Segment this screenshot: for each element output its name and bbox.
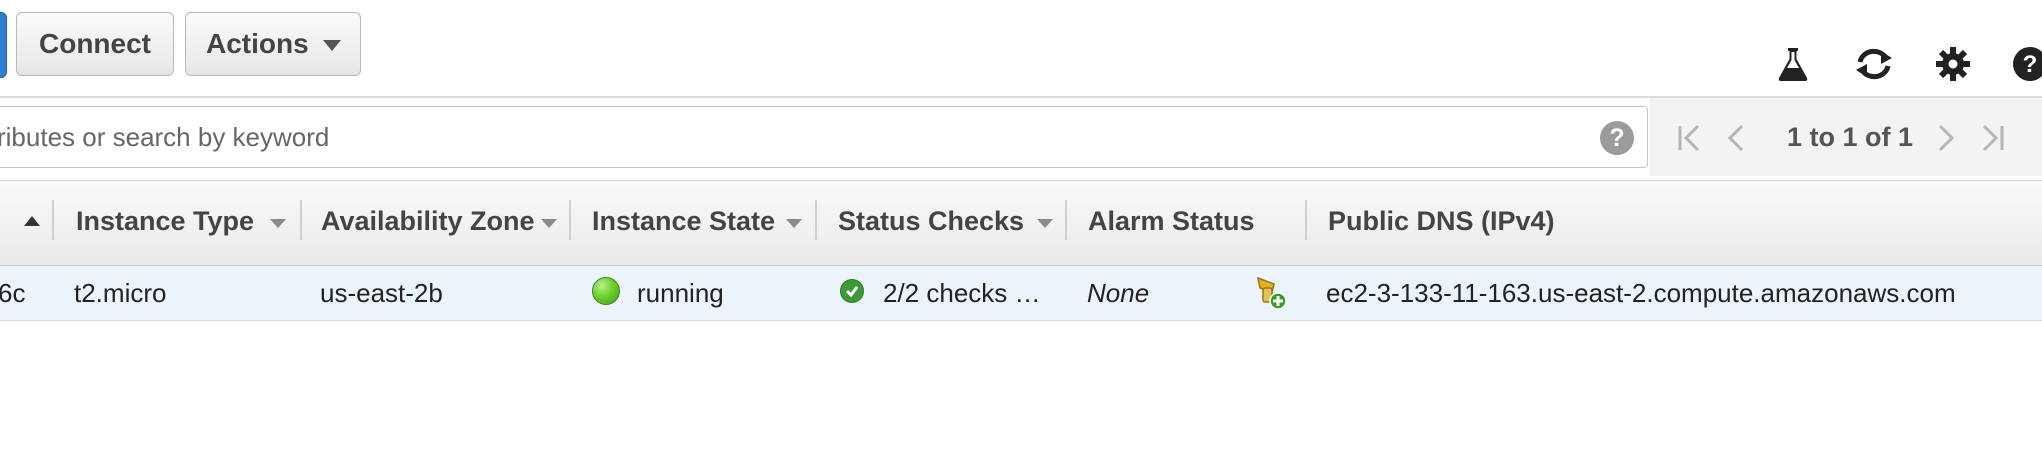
chevron-down-icon [322, 39, 341, 51]
launch-instance-button-edge[interactable] [0, 12, 7, 78]
next-page-icon[interactable] [1928, 120, 1964, 156]
cell-instance-id: 6c [0, 278, 26, 308]
check-ok-icon [840, 279, 864, 303]
actions-button[interactable]: Actions [185, 12, 361, 76]
sort-dropdown-icon[interactable] [786, 219, 802, 228]
column-header-availability-zone[interactable]: Availability Zone [321, 206, 535, 237]
column-header-public-dns[interactable]: Public DNS (IPv4) [1328, 206, 1555, 237]
previous-page-icon[interactable] [1718, 120, 1754, 156]
svg-text:?: ? [2023, 51, 2038, 78]
search-placeholder: ributes or search by keyword [0, 121, 330, 152]
gear-icon[interactable] [1933, 44, 1973, 84]
cell-status-checks[interactable]: 2/2 checks … [883, 278, 1041, 309]
column-separator[interactable] [52, 200, 54, 240]
sort-dropdown-icon[interactable] [270, 219, 286, 228]
search-help-icon[interactable]: ? [1600, 121, 1634, 155]
search-help-label: ? [1609, 123, 1625, 152]
create-alarm-icon[interactable] [1252, 274, 1288, 310]
cell-public-dns: ec2-3-133-11-163.us-east-2.compute.amazo… [1326, 278, 1956, 308]
column-header-status-checks[interactable]: Status Checks [838, 206, 1024, 237]
first-page-icon[interactable] [1672, 120, 1708, 156]
actions-button-label: Actions [206, 28, 309, 59]
column-separator[interactable] [1305, 200, 1307, 240]
column-header-alarm-status[interactable]: Alarm Status [1088, 206, 1255, 237]
connect-button[interactable]: Connect [16, 12, 174, 76]
sort-dropdown-icon[interactable] [1037, 219, 1053, 228]
column-header-instance-state[interactable]: Instance State [592, 206, 775, 237]
connect-button-label: Connect [39, 28, 151, 59]
column-separator[interactable] [569, 200, 571, 240]
column-separator[interactable] [300, 200, 302, 240]
cell-instance-type: t2.micro [74, 278, 167, 308]
sort-ascending-icon[interactable] [24, 216, 40, 226]
last-page-icon[interactable] [1974, 120, 2010, 156]
cell-alarm-status: None [1087, 278, 1150, 308]
search-input[interactable]: ributes or search by keyword [0, 106, 1648, 168]
cell-instance-state: running [637, 278, 724, 308]
refresh-icon[interactable] [1852, 44, 1892, 84]
column-header-instance-type[interactable]: Instance Type [76, 206, 254, 237]
running-status-icon [592, 277, 620, 305]
flask-icon[interactable] [1773, 44, 1813, 84]
cell-availability-zone: us-east-2b [320, 278, 443, 308]
sort-dropdown-icon[interactable] [541, 219, 557, 228]
pagination-label: 1 to 1 of 1 [1786, 122, 1914, 152]
column-separator[interactable] [1065, 200, 1067, 240]
help-icon[interactable]: ? [2010, 44, 2042, 84]
column-separator[interactable] [815, 200, 817, 240]
